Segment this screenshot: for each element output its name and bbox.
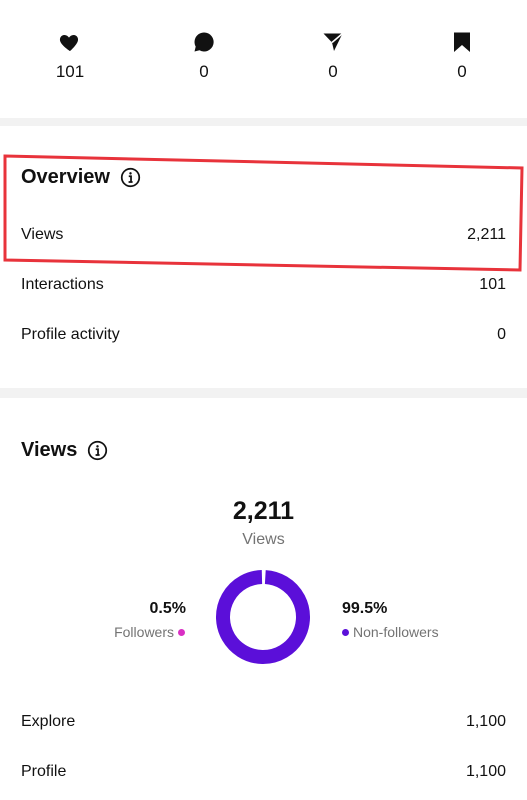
row-label: Explore xyxy=(21,713,76,730)
highlight-annotation-box xyxy=(3,154,524,272)
shares-count: 0 xyxy=(328,62,338,81)
followers-legend: Followers xyxy=(114,624,185,640)
info-icon[interactable] xyxy=(87,440,108,461)
views-donut-chart xyxy=(216,570,310,664)
row-value: 1,100 xyxy=(465,713,506,730)
row-label: Profile activity xyxy=(21,326,120,343)
non-followers-label: Non-followers xyxy=(353,624,439,640)
bookmark-icon xyxy=(454,32,470,52)
row-label: Interactions xyxy=(21,276,104,293)
views-title-text: Views xyxy=(21,439,78,461)
views-total-label: Views xyxy=(242,531,285,548)
post-stats-row: 101 0 0 0 xyxy=(0,0,527,118)
non-followers-legend: Non-followers xyxy=(342,624,439,640)
row-value: 0 xyxy=(497,326,506,343)
comments-stat[interactable]: 0 xyxy=(174,30,234,82)
followers-label: Followers xyxy=(114,624,174,640)
donut-slice-non-followers xyxy=(216,570,310,664)
section-divider xyxy=(0,118,527,126)
saves-stat[interactable]: 0 xyxy=(432,30,492,82)
views-row-explore[interactable]: Explore 1,100 xyxy=(21,710,506,734)
likes-count: 101 xyxy=(55,62,85,81)
row-value: 101 xyxy=(479,276,506,293)
comments-count: 0 xyxy=(199,62,209,81)
followers-dot xyxy=(178,628,185,636)
saves-count: 0 xyxy=(457,62,467,81)
overview-row-profile-activity[interactable]: Profile activity 0 xyxy=(21,323,506,347)
likes-stat[interactable]: 101 xyxy=(40,30,100,82)
non-followers-dot xyxy=(342,628,349,636)
views-total: 2,211 xyxy=(232,497,295,525)
followers-percent: 0.5% xyxy=(149,600,186,617)
row-value: 1,100 xyxy=(465,763,506,780)
overview-row-interactions[interactable]: Interactions 101 xyxy=(21,273,506,297)
non-followers-percent: 99.5% xyxy=(342,600,388,617)
views-title: Views xyxy=(21,439,108,462)
heart-icon xyxy=(59,35,79,51)
comment-icon xyxy=(194,32,214,52)
row-label: Profile xyxy=(21,763,67,780)
section-divider xyxy=(0,388,527,398)
shares-stat[interactable]: 0 xyxy=(303,30,363,82)
share-icon xyxy=(323,32,344,51)
views-row-profile[interactable]: Profile 1,100 xyxy=(21,760,506,784)
